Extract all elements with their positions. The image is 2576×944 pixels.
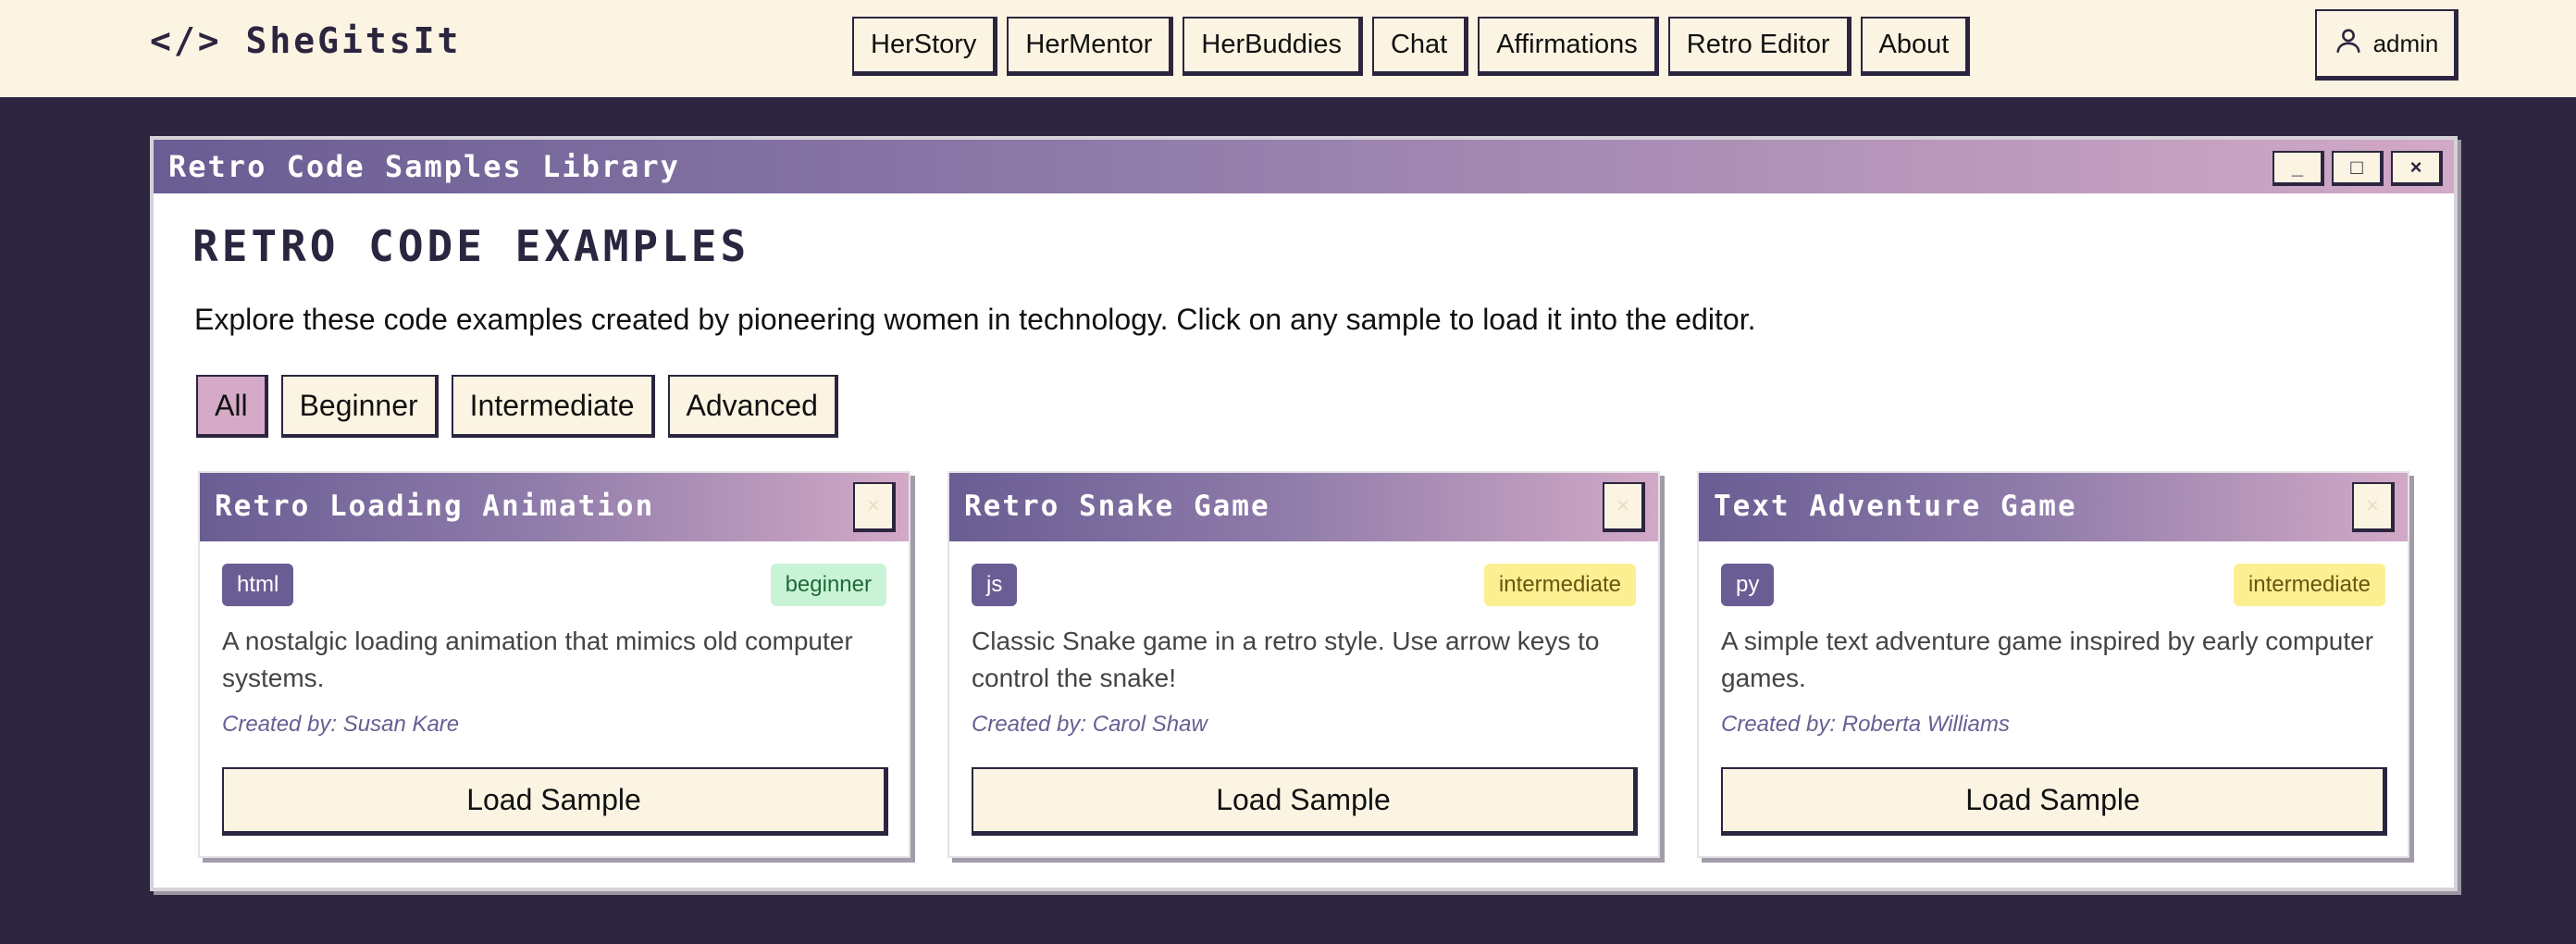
card-author: Created by: Roberta Williams	[1721, 712, 2010, 737]
user-name: admin	[2372, 29, 2439, 57]
user-menu-button[interactable]: admin	[2315, 9, 2458, 81]
nav-links: HerStory HerMentor HerBuddies Chat Affir…	[852, 17, 1971, 76]
card-close-button[interactable]: ×	[1603, 482, 1645, 532]
level-badge: beginner	[770, 564, 886, 606]
sample-cards: Retro Loading Animation × html beginner …	[198, 471, 2409, 858]
user-icon	[2333, 25, 2364, 63]
close-button[interactable]: ×	[2391, 151, 2443, 186]
page-description: Explore these code examples created by p…	[194, 303, 1756, 336]
site-logo[interactable]: </> SheGitsIt	[150, 20, 461, 61]
card-author: Created by: Carol Shaw	[972, 712, 1208, 737]
filter-intermediate[interactable]: Intermediate	[451, 375, 655, 438]
window-controls: _ □ ×	[2273, 151, 2443, 186]
card-close-button[interactable]: ×	[853, 482, 896, 532]
card-description: Classic Snake game in a retro style. Use…	[972, 627, 1600, 692]
window-titlebar[interactable]: Retro Code Samples Library _ □ ×	[154, 140, 2454, 193]
card-title: Retro Loading Animation	[215, 490, 655, 523]
sample-card: Retro Loading Animation × html beginner …	[198, 471, 910, 858]
language-badge: html	[222, 564, 294, 606]
sample-card: Retro Snake Game × js intermediate Class…	[947, 471, 1660, 858]
nav-link-retro-editor[interactable]: Retro Editor	[1667, 17, 1852, 76]
nav-link-herstory[interactable]: HerStory	[852, 17, 998, 76]
load-sample-button[interactable]: Load Sample	[1721, 767, 2387, 836]
samples-library-window: Retro Code Samples Library _ □ × RETRO C…	[150, 136, 2458, 891]
load-sample-button[interactable]: Load Sample	[222, 767, 888, 836]
language-badge: py	[1721, 564, 1775, 606]
difficulty-filters: All Beginner Intermediate Advanced	[196, 375, 838, 438]
card-title: Text Adventure Game	[1714, 490, 2077, 523]
load-sample-button[interactable]: Load Sample	[972, 767, 1638, 836]
sample-card: Text Adventure Game × py intermediate A …	[1697, 471, 2409, 858]
level-badge: intermediate	[2233, 564, 2385, 606]
filter-all[interactable]: All	[196, 375, 268, 438]
filter-advanced[interactable]: Advanced	[667, 375, 838, 438]
nav-link-herbuddies[interactable]: HerBuddies	[1183, 17, 1363, 76]
card-description: A nostalgic loading animation that mimic…	[222, 627, 853, 692]
maximize-button[interactable]: □	[2332, 151, 2384, 186]
level-badge: intermediate	[1483, 564, 1636, 606]
top-navbar: </> SheGitsIt HerStory HerMentor HerBudd…	[0, 0, 2576, 97]
nav-link-chat[interactable]: Chat	[1371, 17, 1469, 76]
language-badge: js	[972, 564, 1018, 606]
card-title: Retro Snake Game	[964, 490, 1270, 523]
page-title: RETRO CODE EXAMPLES	[192, 221, 750, 271]
card-header: Retro Snake Game ×	[949, 473, 1658, 541]
minimize-button[interactable]: _	[2273, 151, 2324, 186]
window-title: Retro Code Samples Library	[168, 149, 680, 184]
card-header: Retro Loading Animation ×	[200, 473, 909, 541]
card-header: Text Adventure Game ×	[1699, 473, 2408, 541]
nav-link-about[interactable]: About	[1860, 17, 1971, 76]
card-description: A simple text adventure game inspired by…	[1721, 627, 2374, 692]
filter-beginner[interactable]: Beginner	[280, 375, 439, 438]
card-close-button[interactable]: ×	[2352, 482, 2395, 532]
nav-link-hermentor[interactable]: HerMentor	[1007, 17, 1174, 76]
card-author: Created by: Susan Kare	[222, 712, 460, 737]
nav-link-affirmations[interactable]: Affirmations	[1478, 17, 1659, 76]
